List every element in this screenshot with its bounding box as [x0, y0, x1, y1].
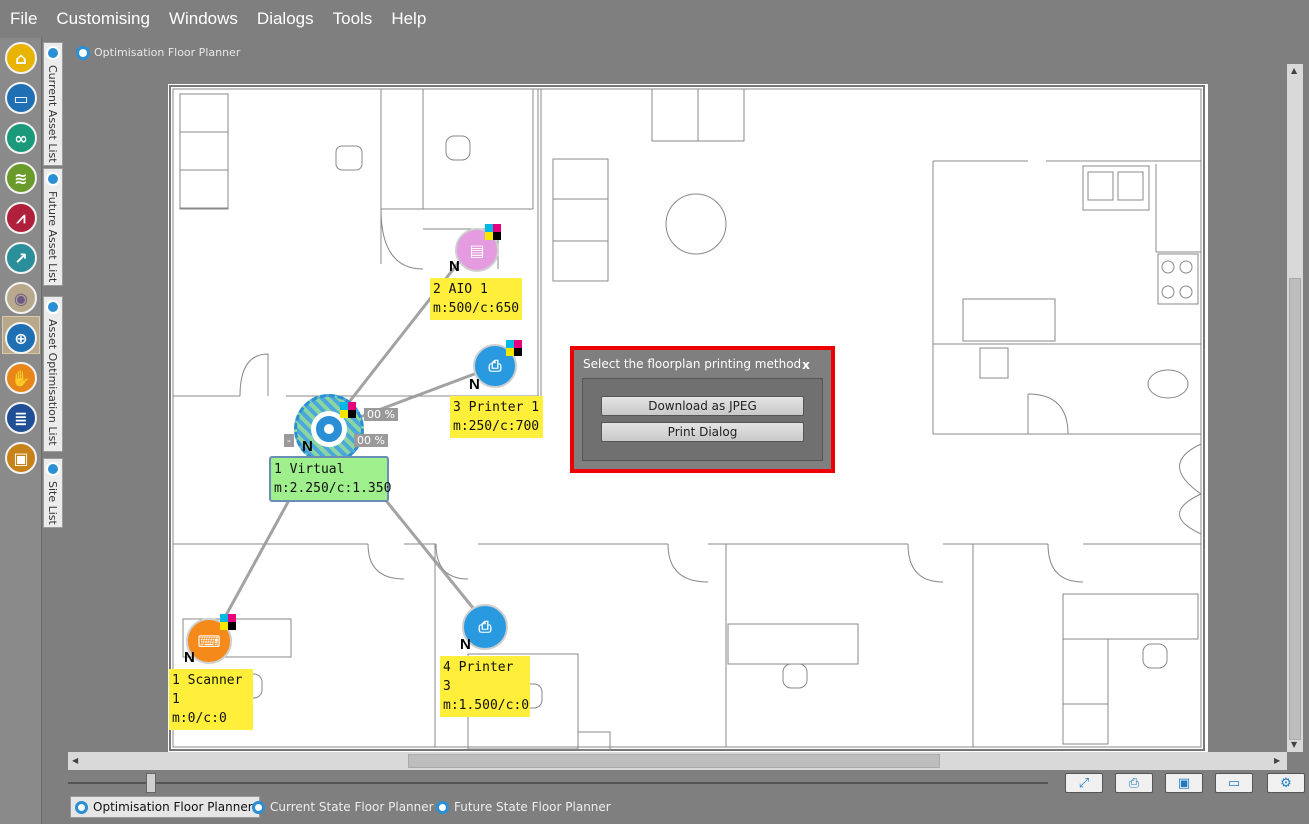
tab-label: Site List	[46, 481, 59, 525]
print-dialog-button[interactable]: Print Dialog	[601, 422, 804, 442]
planner-icon	[436, 800, 449, 814]
eye-icon[interactable]: ◉	[5, 282, 37, 314]
network-marker: N	[302, 438, 313, 455]
close-icon[interactable]: x	[799, 358, 813, 372]
home-icon[interactable]: ⌂	[5, 42, 37, 74]
scroll-right-icon[interactable]: ▶	[1274, 756, 1280, 765]
image-icon: ▭	[1227, 775, 1241, 791]
printer-3-label[interactable]: 4 Printer 3 m:1.500/c:0	[440, 656, 530, 717]
tab-icon	[46, 462, 60, 476]
printer-1-label[interactable]: 3 Printer 1 m:250/c:700	[450, 396, 543, 438]
save-icon: ▣	[1177, 775, 1191, 791]
handshake-icon[interactable]: ✋	[5, 362, 37, 394]
tab-icon	[46, 300, 60, 314]
side-tab-strip: Current Asset List Future Asset List Ass…	[42, 42, 64, 542]
virtual-label[interactable]: 1 Virtual m:2.250/c:1.350	[269, 456, 392, 502]
expand-icon: ⤢	[1078, 775, 1090, 791]
printer-icon: ⎙	[1128, 775, 1140, 791]
menu-dialogs[interactable]: Dialogs	[247, 9, 323, 29]
settings-button[interactable]: ⚙	[1267, 773, 1305, 793]
document-icon[interactable]: ≣	[5, 402, 37, 434]
print-method-dialog: Select the floorplan printing method x D…	[570, 346, 835, 473]
panel-header: Optimisation Floor Planner	[68, 42, 1309, 64]
tab-icon	[46, 46, 60, 60]
tab-label: Future Asset List	[46, 191, 59, 283]
gear-icon: ⚙	[1280, 775, 1292, 791]
tab-current-asset-list[interactable]: Current Asset List	[43, 42, 63, 166]
node-name: 1 Virtual	[274, 462, 345, 477]
node-volume: m:1.500/c:0	[443, 698, 530, 713]
tab-optimisation-floor-planner[interactable]: Optimisation Floor Planner	[70, 796, 260, 818]
percent-indicator: 00 %	[354, 434, 388, 447]
menu-help[interactable]: Help	[381, 9, 435, 29]
chart-icon[interactable]: ⩘	[5, 202, 37, 234]
planner-icon	[75, 800, 88, 814]
menu-customising[interactable]: Customising	[46, 9, 159, 29]
node-volume: m:2.250/c:1.350	[274, 481, 392, 496]
tab-label: Current Asset List	[46, 65, 59, 163]
dialog-title: Select the floorplan printing method	[583, 357, 802, 371]
tab-label: Current State Floor Planner	[270, 800, 434, 814]
scroll-left-icon[interactable]: ◀	[72, 756, 78, 765]
menu-tools[interactable]: Tools	[323, 9, 382, 29]
aio-label[interactable]: 2 AIO 1 m:500/c:650	[430, 278, 522, 320]
tab-future-state-floor-planner[interactable]: Future State Floor Planner	[432, 796, 617, 818]
expand-button[interactable]: ⤢	[1065, 773, 1103, 793]
planner-icon	[76, 46, 90, 60]
node-name: 3 Printer 1	[453, 400, 540, 415]
scroll-icon[interactable]: ≋	[5, 162, 37, 194]
tab-label: Asset Optimisation List	[46, 319, 59, 446]
tab-site-list[interactable]: Site List	[43, 458, 63, 528]
percent-indicator: -	[284, 434, 294, 447]
tab-icon	[46, 172, 60, 186]
network-marker: N	[460, 636, 471, 653]
download-jpeg-button[interactable]: Download as JPEG	[601, 396, 804, 416]
menu-windows[interactable]: Windows	[159, 9, 247, 29]
node-volume: m:500/c:650	[433, 301, 520, 316]
briefcase-icon[interactable]: ▣	[5, 442, 37, 474]
menu-file[interactable]: File	[0, 9, 46, 29]
panel-title: Optimisation Floor Planner	[94, 46, 241, 59]
node-name: 4 Printer 3	[443, 660, 514, 694]
tab-label: Optimisation Floor Planner	[93, 800, 253, 814]
zoom-slider-track[interactable]	[68, 782, 1048, 784]
cmyk-badge-icon	[506, 340, 522, 356]
network-marker: N	[184, 649, 195, 666]
trend-icon[interactable]: ↗	[5, 242, 37, 274]
node-volume: m:0/c:0	[172, 711, 227, 726]
zoom-slider-handle[interactable]	[146, 773, 156, 793]
dialog-body: Download as JPEG Print Dialog	[582, 378, 823, 461]
tab-asset-optimisation-list[interactable]: Asset Optimisation List	[43, 296, 63, 452]
bottom-tab-bar: Optimisation Floor Planner Current State…	[68, 796, 1309, 820]
binoculars-icon[interactable]: ∞	[5, 122, 37, 154]
planner-icon	[252, 800, 265, 814]
node-volume: m:250/c:700	[453, 419, 540, 434]
image-button[interactable]: ▭	[1215, 773, 1253, 793]
horizontal-scroll-thumb[interactable]	[408, 754, 940, 768]
target-icon[interactable]: ⊕	[5, 322, 37, 354]
folder-icon[interactable]: ▭	[5, 82, 37, 114]
left-toolbar: ⌂ ▭ ∞ ≋ ⩘ ↗ ◉ ⊕ ✋ ≣ ▣	[0, 38, 42, 824]
tab-current-state-floor-planner[interactable]: Current State Floor Planner	[248, 796, 440, 818]
percent-indicator: 00 %	[364, 408, 398, 421]
vertical-scroll-thumb[interactable]	[1289, 278, 1301, 740]
node-name: 1 Scanner 1	[172, 673, 243, 707]
cmyk-badge-icon	[485, 224, 501, 240]
planner-toolbar: ⤢ ⎙ ▣ ▭ ⚙	[68, 770, 1309, 796]
cmyk-badge-icon	[220, 614, 236, 630]
tab-label: Future State Floor Planner	[454, 800, 611, 814]
menu-bar: File Customising Windows Dialogs Tools H…	[0, 0, 1309, 38]
tab-future-asset-list[interactable]: Future Asset List	[43, 168, 63, 286]
scroll-down-icon[interactable]: ▼	[1291, 740, 1297, 749]
vertical-scrollbar[interactable]: ▲ ▼	[1287, 64, 1303, 752]
network-marker: N	[469, 376, 480, 393]
network-marker: N	[449, 258, 460, 275]
print-button[interactable]: ⎙	[1115, 773, 1153, 793]
cmyk-badge-icon	[340, 402, 356, 418]
scanner-label[interactable]: 1 Scanner 1 m:0/c:0	[169, 669, 253, 730]
horizontal-scrollbar[interactable]: ◀ ▶	[68, 752, 1287, 770]
scroll-up-icon[interactable]: ▲	[1291, 66, 1297, 75]
node-name: 2 AIO 1	[433, 282, 488, 297]
save-button[interactable]: ▣	[1165, 773, 1203, 793]
